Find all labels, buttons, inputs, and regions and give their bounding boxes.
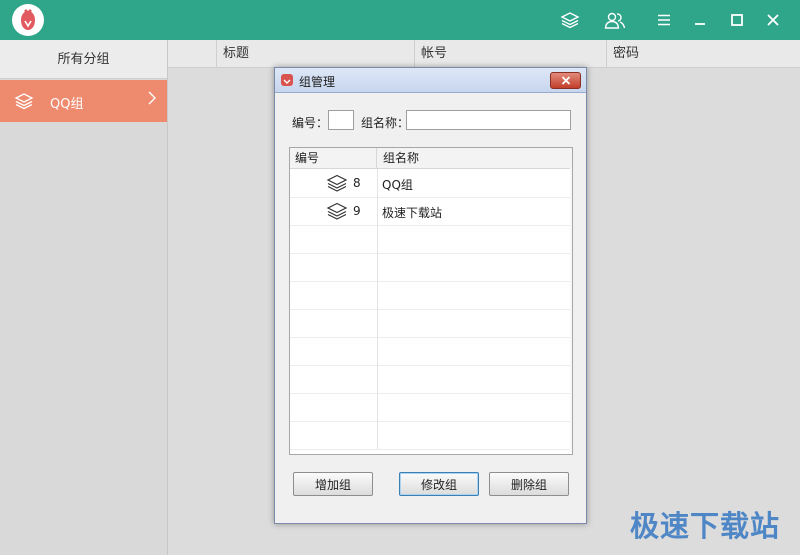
empty-row [290, 309, 572, 338]
group-name-input[interactable] [406, 110, 571, 130]
empty-row [290, 337, 572, 366]
chevron-right-icon [147, 90, 157, 109]
app-logo-icon [280, 73, 294, 90]
maximize-icon[interactable] [725, 8, 749, 32]
group-list[interactable]: 编号 组名称 8 QQ组 9 极速下载站 [289, 147, 573, 455]
layers-icon[interactable] [558, 8, 582, 32]
layers-icon [326, 174, 348, 195]
empty-row [290, 281, 572, 310]
group-row[interactable]: 9 极速下载站 [290, 197, 572, 226]
close-icon[interactable] [761, 8, 785, 32]
empty-row [290, 225, 572, 254]
column-id[interactable]: 编号 [290, 148, 377, 168]
users-icon[interactable] [603, 8, 627, 32]
close-icon [561, 76, 570, 85]
add-group-button[interactable]: 增加组 [293, 472, 373, 496]
account-table-header: 标题 帐号 密码 [168, 40, 800, 68]
dialog-title-bar: 组管理 [275, 68, 586, 93]
empty-row [290, 393, 572, 422]
minimize-icon[interactable] [688, 8, 712, 32]
group-name-label: 组名称： [361, 116, 410, 130]
layers-icon [326, 202, 348, 223]
group-row[interactable]: 8 QQ组 [290, 169, 572, 198]
column-password[interactable]: 密码 [606, 40, 800, 67]
empty-row [290, 365, 572, 394]
sidebar-item-qq-group[interactable]: QQ组 [0, 80, 167, 122]
column-title[interactable]: 标题 [216, 40, 414, 67]
edit-group-button[interactable]: 修改组 [399, 472, 479, 496]
layers-icon [14, 92, 34, 113]
menu-icon[interactable] [652, 8, 676, 32]
sidebar-header: 所有分组 [0, 40, 167, 79]
app-logo-icon [12, 4, 44, 36]
group-sidebar: 所有分组 QQ组 [0, 40, 168, 555]
column-account[interactable]: 帐号 [414, 40, 606, 67]
scrollbar[interactable] [570, 168, 572, 452]
empty-row [290, 253, 572, 282]
empty-row [290, 421, 572, 450]
group-name: 极速下载站 [382, 206, 443, 220]
group-name: QQ组 [382, 178, 413, 192]
group-id: 8 [353, 176, 361, 190]
title-bar [0, 0, 800, 40]
dialog-title: 组管理 [299, 75, 336, 89]
group-manager-dialog: 组管理 编号： 组名称： 编号 组名称 8 QQ组 9 极速下载站 增加组 修改… [274, 67, 587, 524]
watermark: 极速下载站 [629, 509, 780, 543]
dialog-close-button[interactable] [550, 72, 581, 89]
group-list-header: 编号 组名称 [290, 148, 572, 169]
column-group-name[interactable]: 组名称 [378, 148, 568, 168]
group-id-label: 编号： [292, 116, 329, 130]
delete-group-button[interactable]: 删除组 [489, 472, 569, 496]
group-id: 9 [353, 204, 361, 218]
sidebar-item-label: QQ组 [50, 97, 84, 112]
group-id-input[interactable] [328, 110, 354, 130]
